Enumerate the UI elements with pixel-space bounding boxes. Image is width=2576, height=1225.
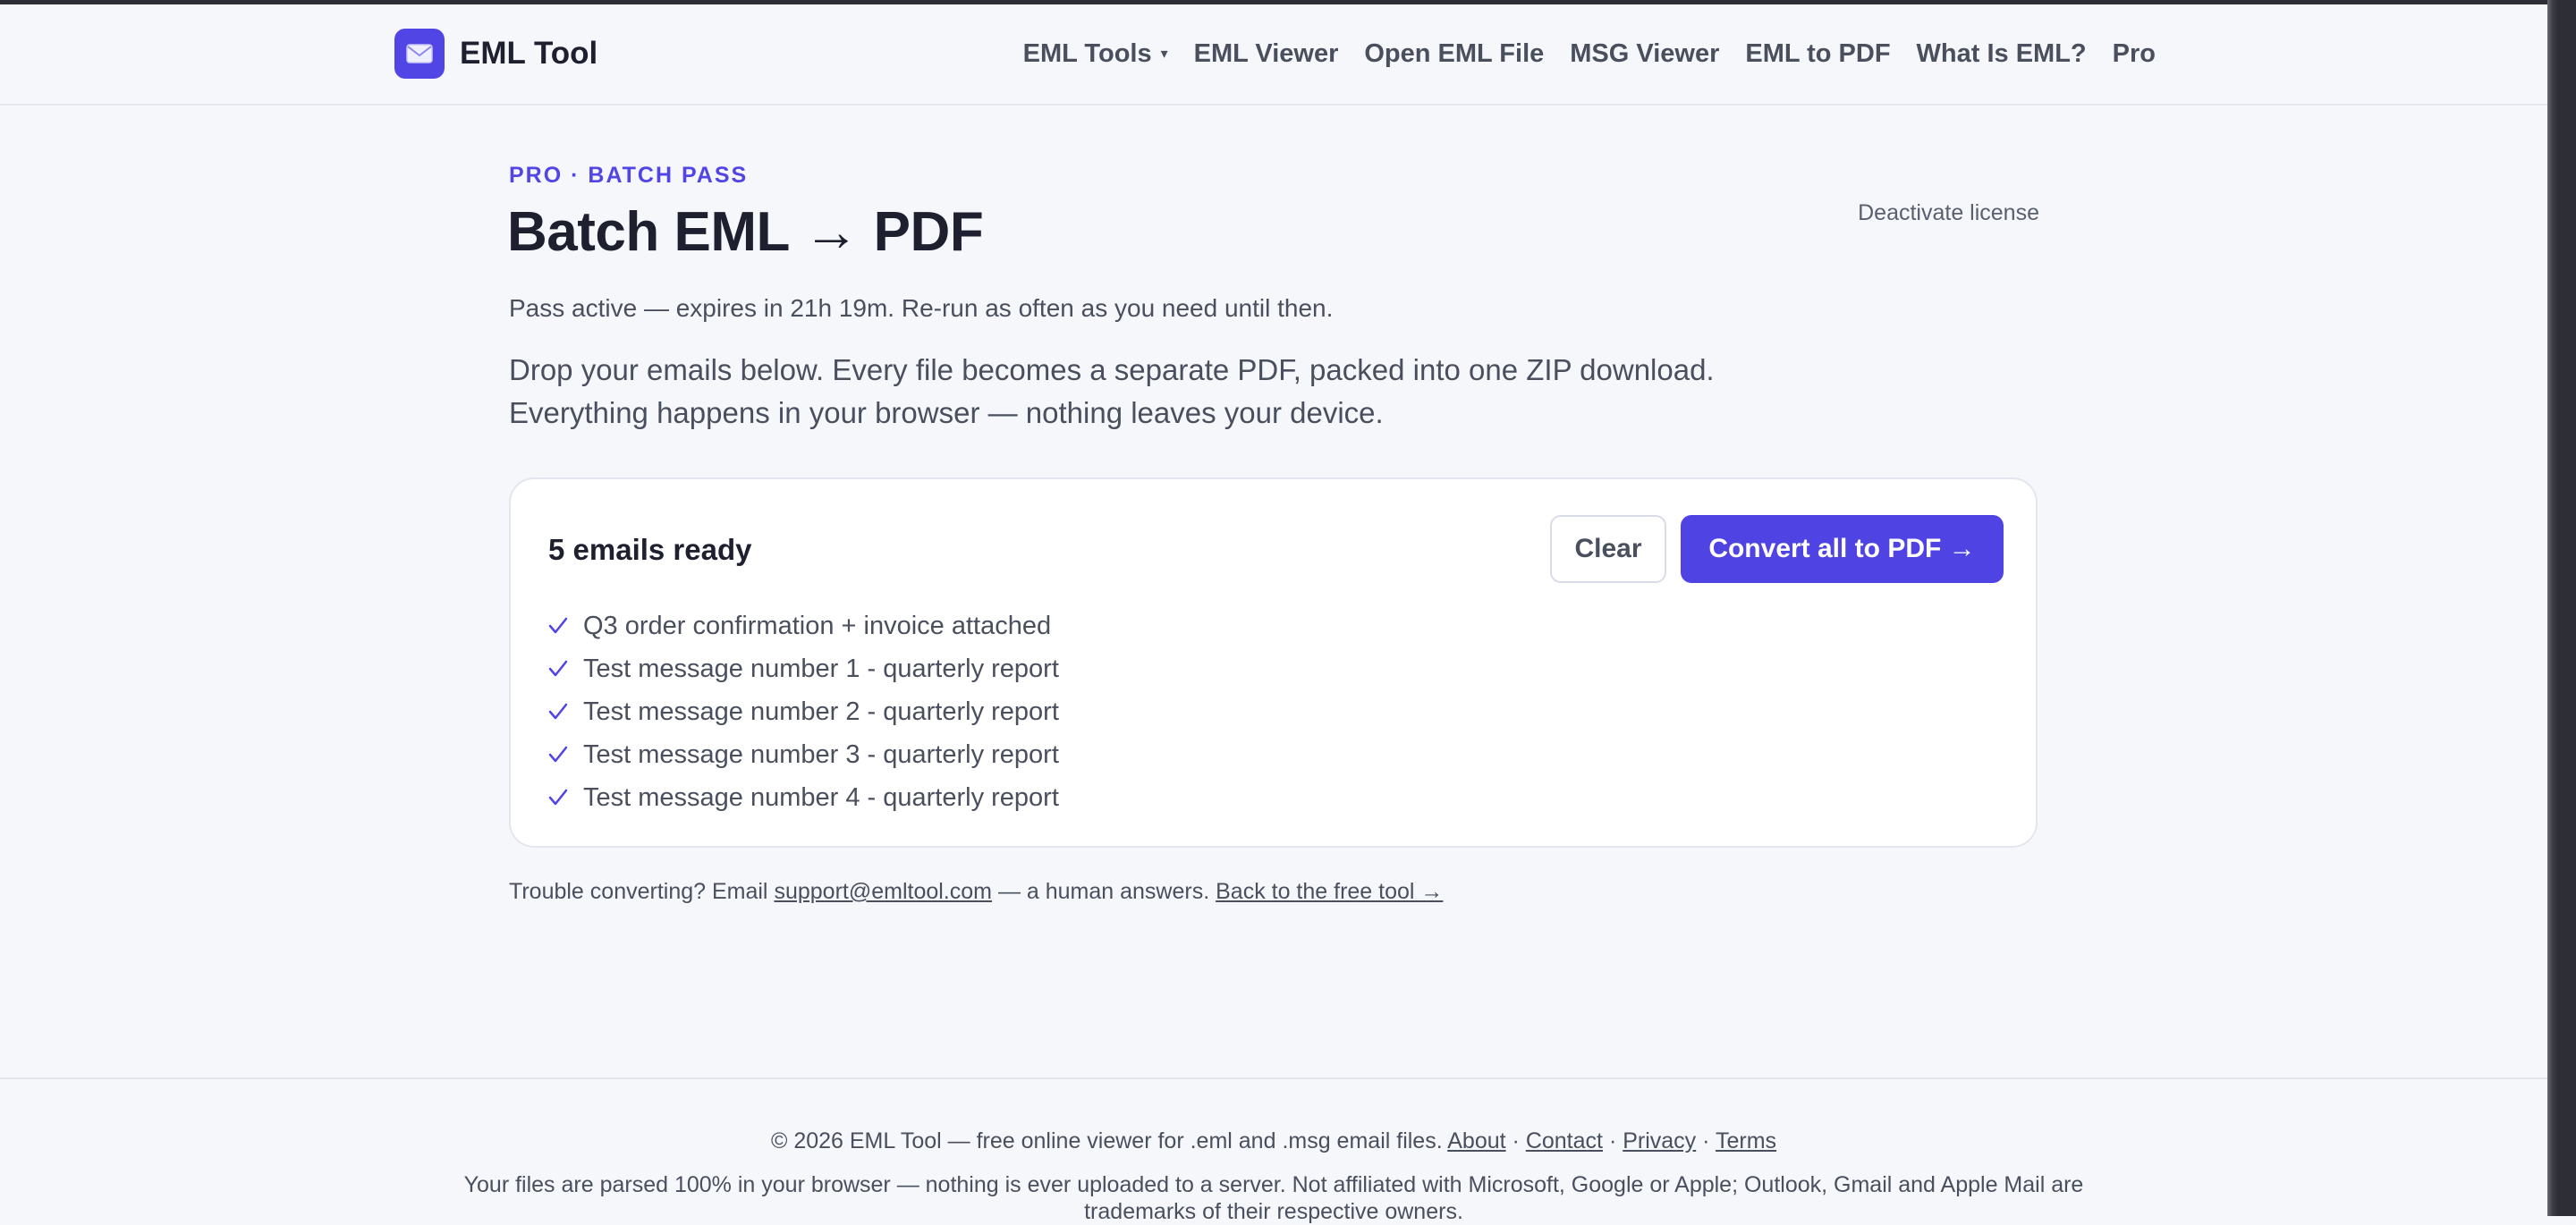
pass-status: Pass active — expires in 21h 19m. Re-run… [509,294,1334,322]
check-icon [548,746,568,764]
support-middle: — a human answers. [997,879,1210,904]
footer-contact-link[interactable]: Contact [1526,1128,1603,1153]
support-email-link[interactable]: support@emltool.com [774,879,992,904]
support-prefix: Trouble converting? Email [509,879,768,904]
footer-separator: · [1512,1128,1520,1153]
clear-button[interactable]: Clear [1550,515,1666,583]
check-icon [548,789,568,807]
convert-all-button[interactable]: Convert all to PDF → [1681,515,2004,583]
brand-name: EML Tool [460,36,598,71]
nav-eml-viewer[interactable]: EML Viewer [1194,39,1339,69]
check-icon [548,660,568,678]
footer-about-link[interactable]: About [1447,1128,1505,1153]
footer-disclaimer: Your files are parsed 100% in your brows… [463,1172,2084,1224]
nav-pro[interactable]: Pro [2113,39,2156,69]
check-icon [548,617,568,635]
list-item: Test message number 2 - quarterly report [548,690,1059,733]
footer-terms-link[interactable]: Terms [1716,1128,1776,1153]
footer-separator: · [1608,1128,1617,1153]
intro-text: Drop your emails below. Every file becom… [509,349,1761,435]
emails-ready-heading: 5 emails ready [548,533,752,566]
email-subject: Test message number 2 - quarterly report [583,697,1059,726]
window-right-edge [2547,0,2576,1216]
list-item: Test message number 3 - quarterly report [548,733,1059,776]
list-item: Q3 order confirmation + invoice attached [548,604,1059,647]
batch-card: 5 emails ready Clear Convert all to PDF … [509,477,2038,848]
intro-line: Drop your emails below. Every file becom… [509,353,1715,386]
deactivate-license-link[interactable]: Deactivate license [1858,200,2039,226]
nav-item-label: EML Tools [1022,38,1152,68]
nav-msg-viewer[interactable]: MSG Viewer [1570,39,1719,69]
list-item: Test message number 4 - quarterly report [548,776,1059,819]
back-to-free-tool-link[interactable]: Back to the free tool → [1216,879,1443,904]
email-list: Q3 order confirmation + invoice attached… [548,604,1059,819]
footer-separator: · [1702,1128,1710,1153]
footer-links-line: © 2026 EML Tool — free online viewer for… [0,1128,2547,1154]
footer-copyright: © 2026 EML Tool — free online viewer for… [770,1128,1443,1153]
check-icon [548,703,568,721]
nav-eml-to-pdf[interactable]: EML to PDF [1745,39,1890,69]
site-header: EML Tool EML Tools ▾ EML Viewer Open EML… [0,4,2547,106]
footer-privacy-link[interactable]: Privacy [1623,1128,1696,1153]
main-nav: EML Tools ▾ EML Viewer Open EML File MSG… [1023,29,2156,79]
envelope-icon [394,29,445,79]
email-subject: Q3 order confirmation + invoice attached [583,611,1052,640]
nav-what-is-eml[interactable]: What Is EML? [1917,39,2087,69]
brand[interactable]: EML Tool [394,29,597,79]
pro-eyebrow: PRO · BATCH PASS [509,163,749,188]
nav-eml-tools-dropdown[interactable]: EML Tools ▾ [1023,39,1168,69]
list-item: Test message number 1 - quarterly report [548,647,1059,690]
email-subject: Test message number 4 - quarterly report [583,782,1059,812]
caret-down-icon: ▾ [1160,46,1168,62]
intro-line: Everything happens in your browser — not… [509,396,1384,429]
nav-open-eml-file[interactable]: Open EML File [1364,39,1544,69]
page-title: Batch EML → PDF [507,201,984,263]
support-note: Trouble converting? Email support@emltoo… [509,879,1443,905]
email-subject: Test message number 3 - quarterly report [583,739,1059,769]
email-subject: Test message number 1 - quarterly report [583,654,1059,683]
site-footer: © 2026 EML Tool — free online viewer for… [0,1077,2547,1224]
